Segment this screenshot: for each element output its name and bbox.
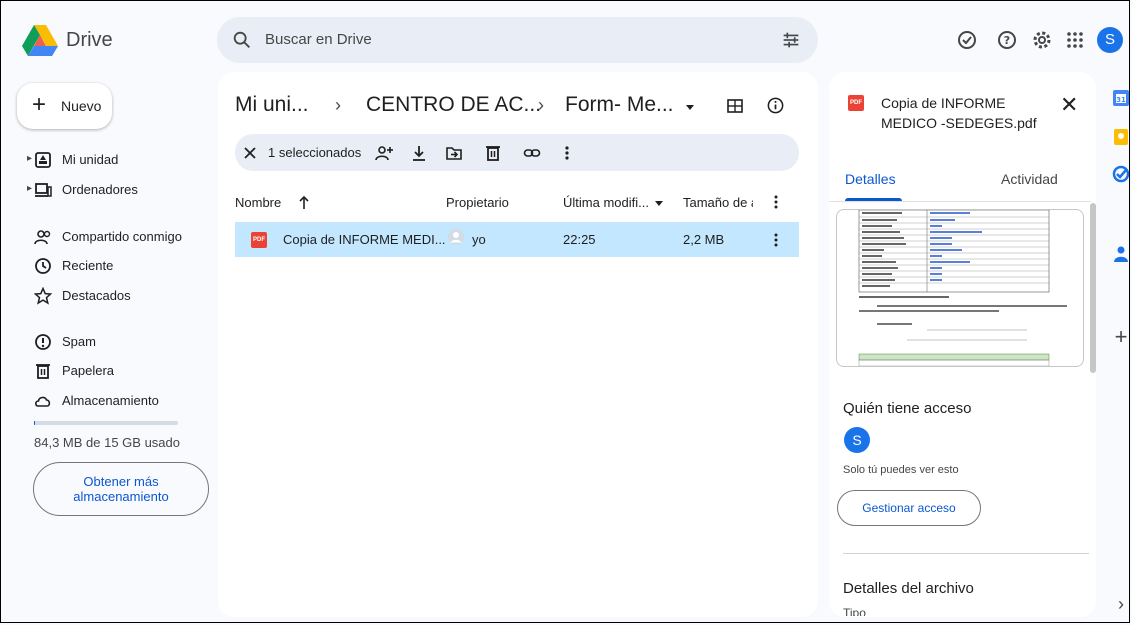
shared-icon (34, 230, 51, 245)
chevron-down-icon[interactable] (653, 197, 665, 209)
sidebar-item-label: Destacados (62, 288, 131, 303)
expand-arrow-icon[interactable]: ▸ (27, 153, 32, 164)
storage-progress-fill (34, 421, 35, 425)
details-file-title: Copia de INFORME MEDICO -SEDEGES.pdf (881, 95, 1037, 131)
expand-arrow-icon[interactable]: ▸ (27, 183, 32, 194)
document-preview-image (858, 210, 1067, 366)
owner-avatar-icon (448, 229, 464, 245)
breadcrumb-current-folder[interactable]: Form- Me... (565, 93, 674, 117)
settings-gear-icon[interactable] (1030, 28, 1054, 52)
svg-text:31: 31 (1116, 96, 1126, 104)
computer-icon (35, 183, 52, 197)
clock-icon (35, 258, 51, 274)
search-input[interactable]: Buscar en Drive (265, 31, 372, 48)
sidebar-item-my-drive[interactable]: ▸ Mi unidad (0, 146, 210, 174)
sidebar-item-label: Almacenamiento (62, 393, 159, 408)
calendar-app-icon[interactable]: 31 (1111, 88, 1131, 108)
tasks-app-icon[interactable] (1111, 164, 1131, 184)
sort-ascending-arrow-icon[interactable] (297, 194, 311, 210)
close-details-icon[interactable]: ✕ (1060, 92, 1078, 118)
get-more-storage-button[interactable]: Obtener más almacenamiento (33, 462, 209, 516)
help-icon[interactable]: ? (995, 28, 1019, 52)
download-icon[interactable] (410, 144, 428, 162)
account-avatar[interactable]: S (1097, 27, 1123, 53)
trash-icon (36, 364, 50, 379)
sidebar-item-label: Compartido conmigo (62, 229, 182, 244)
tab-activity[interactable]: Actividad (1001, 171, 1058, 187)
file-details-heading: Detalles del archivo (843, 580, 974, 597)
column-header-last-modified[interactable]: Última modifi... (563, 195, 649, 210)
who-has-access-heading: Quién tiene acceso (843, 400, 972, 417)
apps-grid-icon[interactable] (1063, 28, 1087, 52)
storage-usage-text: 84,3 MB de 15 GB usado (34, 435, 180, 450)
row-more-actions-icon[interactable] (769, 231, 783, 249)
app-name[interactable]: Drive (66, 29, 113, 52)
new-button[interactable]: + Nuevo (17, 83, 112, 129)
breadcrumb-item[interactable]: Mi uni... (235, 93, 309, 117)
file-preview-thumbnail[interactable] (836, 209, 1084, 367)
spam-icon (35, 334, 51, 350)
sidebar-item-label: Ordenadores (62, 182, 138, 197)
svg-text:?: ? (1004, 34, 1010, 47)
expand-side-panel-chevron-icon[interactable]: › (1111, 594, 1131, 614)
plus-icon: + (32, 91, 47, 118)
search-options-icon[interactable] (780, 29, 802, 51)
access-note: Solo tú puedes ver esto (843, 464, 959, 476)
selection-count: 1 seleccionados (268, 145, 362, 160)
access-user-avatar[interactable]: S (844, 427, 870, 453)
sidebar-item-spam[interactable]: Spam (0, 328, 210, 356)
new-button-label: Nuevo (61, 98, 102, 114)
column-options-icon[interactable] (769, 193, 783, 211)
drive-icon (35, 152, 51, 168)
sidebar-item-label: Spam (62, 334, 96, 349)
pdf-file-icon: PDF (251, 232, 267, 248)
copy-link-icon[interactable] (523, 144, 541, 162)
file-modified: 22:25 (563, 232, 596, 247)
move-to-folder-icon[interactable] (445, 144, 463, 162)
manage-access-button[interactable]: Gestionar acceso (837, 490, 981, 526)
section-divider (843, 553, 1089, 554)
sidebar-item-storage[interactable]: Almacenamiento (0, 387, 210, 415)
panel-scrollbar[interactable] (1090, 203, 1096, 373)
sidebar-item-starred[interactable]: Destacados (0, 282, 210, 310)
sidebar-item-label: Mi unidad (62, 152, 119, 167)
pdf-file-icon: PDF (848, 95, 864, 111)
file-owner: yo (472, 232, 486, 247)
tab-details[interactable]: Detalles (845, 171, 896, 187)
storage-progress-bar (34, 421, 178, 425)
sidebar-item-label: Papelera (62, 363, 115, 378)
tab-divider (829, 201, 1091, 202)
add-app-plus-icon[interactable]: + (1111, 326, 1131, 348)
contacts-app-icon[interactable] (1111, 244, 1131, 264)
folder-menu-dropdown-icon[interactable] (683, 100, 697, 114)
cloud-icon (35, 396, 51, 407)
sidebar-item-shared[interactable]: Compartido conmigo (0, 223, 210, 251)
sidebar-item-label: Reciente (62, 258, 114, 273)
search-icon[interactable] (231, 29, 253, 51)
breadcrumb-separator-icon: › (335, 95, 341, 115)
breadcrumb-separator-icon: › (538, 95, 544, 115)
drive-logo-icon[interactable] (22, 22, 58, 58)
file-size: 2,2 MB (683, 232, 725, 247)
star-icon (34, 287, 52, 305)
grid-view-icon[interactable] (726, 97, 744, 115)
offline-status-icon[interactable] (955, 28, 979, 52)
share-add-person-icon[interactable] (375, 144, 393, 162)
column-header-name[interactable]: Nombre (235, 195, 281, 210)
delete-trash-icon[interactable] (484, 144, 502, 162)
more-actions-icon[interactable] (558, 144, 576, 162)
info-icon[interactable] (766, 96, 785, 115)
column-header-owner[interactable]: Propietario (446, 195, 509, 210)
file-name[interactable]: Copia de INFORME MEDI... (283, 232, 446, 247)
column-header-size[interactable]: Tamaño de a (683, 195, 753, 210)
breadcrumb-item[interactable]: CENTRO DE AC... (366, 93, 541, 117)
sidebar-item-trash[interactable]: Papelera (0, 357, 210, 385)
clear-selection-close-icon[interactable] (241, 144, 259, 162)
sidebar-item-recent[interactable]: Reciente (0, 252, 210, 280)
sidebar-item-computers[interactable]: ▸ Ordenadores (0, 176, 210, 204)
search-bar[interactable]: Buscar en Drive (217, 17, 818, 63)
keep-app-icon[interactable] (1111, 127, 1131, 147)
file-type-label: Tipo (843, 606, 866, 616)
